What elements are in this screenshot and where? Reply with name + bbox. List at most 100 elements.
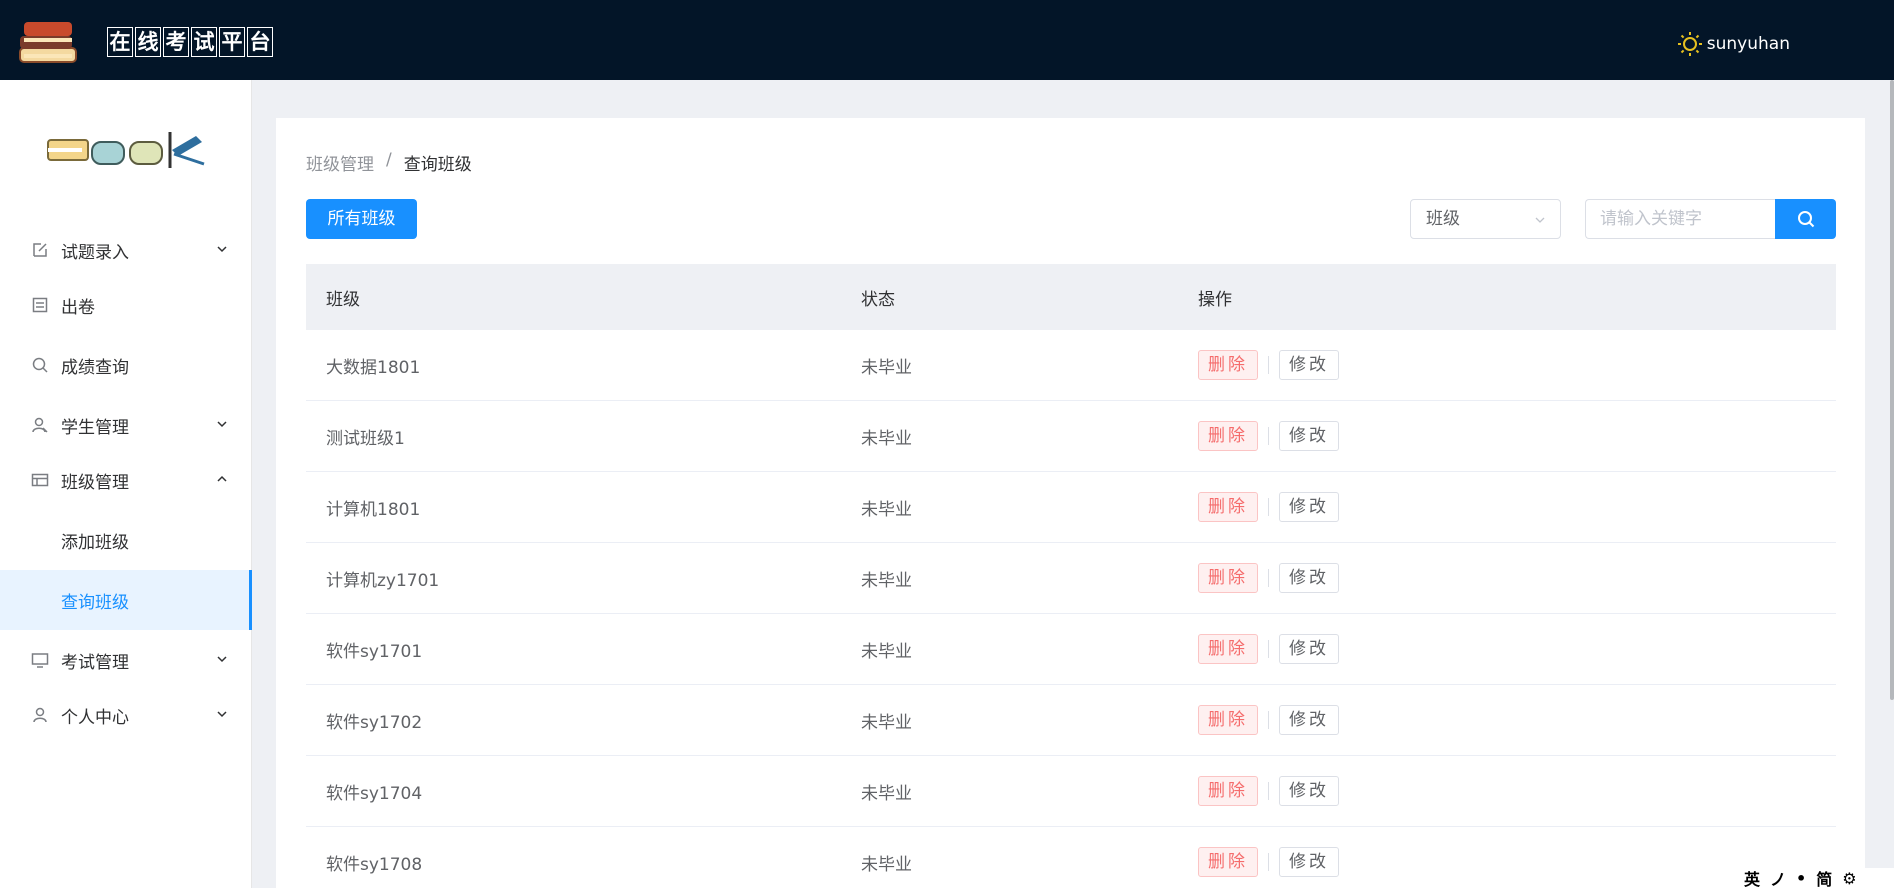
edit-button[interactable]: 修改 [1279,350,1339,380]
action-divider [1268,782,1269,800]
edit-button[interactable]: 修改 [1279,563,1339,593]
action-cell: 删除 修改 [1178,776,1836,806]
class-name-cell: 大数据1801 [326,357,421,378]
username[interactable]: sunyuhan [1707,34,1790,54]
menu-item-personal-center[interactable]: 个人中心 [0,685,252,745]
ime-toolbar-item[interactable]: • [1796,869,1806,888]
delete-button[interactable]: 删除 [1198,847,1258,877]
ime-toolbar[interactable]: 英ノ • 简 ⚙ [1740,868,1894,888]
status-cell: 未毕业 [861,357,912,378]
menu-label: 试题录入 [61,242,129,263]
breadcrumb-separator: / [386,150,392,170]
search-button[interactable] [1775,199,1836,239]
menu-item-student-manage[interactable]: 学生管理 [0,395,252,455]
menu-label: 考试管理 [61,652,129,673]
ime-toolbar-item[interactable]: ノ [1770,868,1786,888]
status-cell: 未毕业 [861,783,912,804]
class-name-cell: 软件sy1702 [326,712,423,733]
person-icon [30,705,50,725]
search-icon [30,355,50,375]
class-name-cell: 计算机1801 [326,499,421,520]
search-input[interactable] [1585,199,1776,239]
action-cell: 删除 修改 [1178,634,1836,664]
books-logo-icon [19,22,77,63]
action-cell: 删除 修改 [1178,847,1836,877]
delete-button[interactable]: 删除 [1198,776,1258,806]
menu-label: 班级管理 [61,472,129,493]
table-row: 软件sy1701 未毕业 删除 修改 [306,614,1836,685]
app-title-char: 平 [219,27,245,57]
filter-select[interactable]: 班级 [1410,199,1561,239]
menu-item-exam-manage[interactable]: 考试管理 [0,630,252,690]
edit-icon [30,240,50,260]
table-body: 大数据1801 未毕业 删除 修改 测试班级1 未毕业 删除 修改 计算机1801 未毕业 删除 修改… [306,330,1836,888]
book-logo-icon [47,132,205,168]
delete-button[interactable]: 删除 [1198,350,1258,380]
user-manage-icon [30,415,50,435]
search-icon [1797,211,1814,228]
delete-button[interactable]: 删除 [1198,705,1258,735]
app-title-char: 在 [107,27,133,57]
sidebar: 试题录入 出卷 成绩查询 学生管理 班级管理 添加班级 查询班级 考试管理 个人… [0,80,252,888]
action-divider [1268,569,1269,587]
table-header: 班级 状态 操作 [306,264,1836,330]
ime-toolbar-item[interactable]: 简 [1816,868,1832,888]
document-icon [30,295,50,315]
menu-item-score-query[interactable]: 成绩查询 [0,335,252,395]
menu-label: 成绩查询 [61,357,129,378]
menu-label: 出卷 [61,297,95,318]
chevron-down-icon [1535,217,1545,223]
status-cell: 未毕业 [861,712,912,733]
menu-item-question-entry[interactable]: 试题录入 [0,220,252,280]
edit-button[interactable]: 修改 [1279,847,1339,877]
edit-button[interactable]: 修改 [1279,634,1339,664]
action-divider [1268,853,1269,871]
delete-button[interactable]: 删除 [1198,634,1258,664]
chevron-down-icon [217,246,227,253]
breadcrumb-parent[interactable]: 班级管理 [306,150,374,175]
menu-item-paper[interactable]: 出卷 [0,275,252,335]
menu-item-class-manage[interactable]: 班级管理 [0,450,252,510]
all-classes-button[interactable]: 所有班级 [306,199,417,239]
delete-button[interactable]: 删除 [1198,492,1258,522]
class-name-cell: 计算机zy1701 [326,570,440,591]
table-row: 大数据1801 未毕业 删除 修改 [306,330,1836,401]
table-row: 测试班级1 未毕业 删除 修改 [306,401,1836,472]
ime-toolbar-item[interactable]: 英 [1744,868,1760,888]
submenu-item-query-class[interactable]: 查询班级 [0,570,252,630]
delete-button[interactable]: 删除 [1198,421,1258,451]
action-divider [1268,427,1269,445]
class-name-cell: 软件sy1704 [326,783,423,804]
edit-button[interactable]: 修改 [1279,705,1339,735]
app-title-char: 台 [247,27,273,57]
monitor-icon [30,650,50,670]
sun-icon [1677,32,1702,56]
class-name-cell: 软件sy1708 [326,854,423,875]
chevron-down-icon [217,656,227,663]
ime-toolbar-item[interactable]: ⚙ [1842,869,1856,888]
column-header-action: 操作 [1198,289,1232,310]
action-cell: 删除 修改 [1178,492,1836,522]
app-title-char: 考 [163,27,189,57]
class-name-cell: 测试班级1 [326,428,405,449]
chevron-down-icon [217,421,227,428]
delete-button[interactable]: 删除 [1198,563,1258,593]
side-menu: 试题录入 出卷 成绩查询 学生管理 班级管理 添加班级 查询班级 考试管理 个人… [0,220,252,745]
action-divider [1268,356,1269,374]
app-title-char: 试 [191,27,217,57]
edit-button[interactable]: 修改 [1279,492,1339,522]
table-row: 计算机1801 未毕业 删除 修改 [306,472,1836,543]
chevron-down-icon [217,711,227,718]
edit-button[interactable]: 修改 [1279,421,1339,451]
submenu-item-add-class[interactable]: 添加班级 [0,510,252,570]
edit-button[interactable]: 修改 [1279,776,1339,806]
page-scrollbar[interactable] [1890,80,1894,700]
user-menu[interactable]: sunyuhan [1677,31,1790,57]
chevron-up-icon [217,475,227,482]
table-row: 计算机zy1701 未毕业 删除 修改 [306,543,1836,614]
status-cell: 未毕业 [861,428,912,449]
action-divider [1268,711,1269,729]
column-header-status: 状态 [861,289,895,310]
status-cell: 未毕业 [861,854,912,875]
breadcrumb: 班级管理 / 查询班级 [306,150,472,175]
